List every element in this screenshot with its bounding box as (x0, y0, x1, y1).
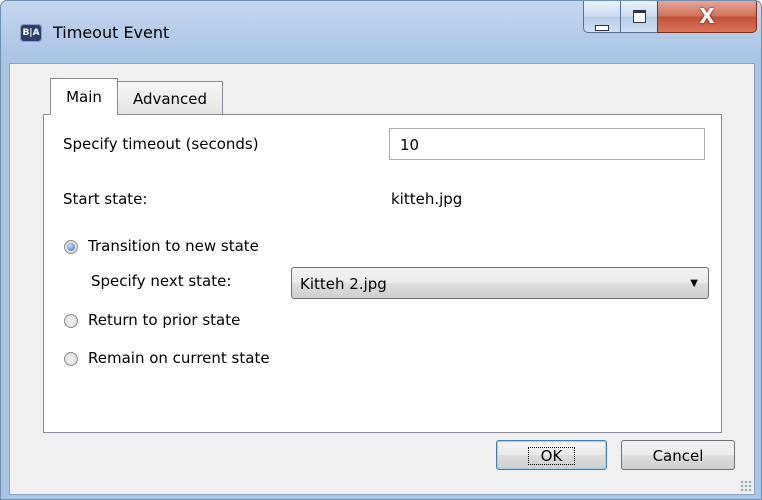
start-state-value: kitteh.jpg (391, 190, 463, 208)
ok-button[interactable]: OK (496, 440, 607, 470)
timeout-label: Specify timeout (seconds) (63, 135, 259, 153)
radio-return-prior-label[interactable]: Return to prior state (88, 311, 240, 329)
timeout-input[interactable]: 10 (389, 128, 705, 160)
next-state-dropdown[interactable]: Kitteh 2.jpg ▼ (291, 267, 709, 299)
resize-grip[interactable] (740, 480, 752, 492)
radio-transition[interactable] (64, 240, 78, 254)
close-button[interactable]: X (657, 1, 757, 33)
tab-main[interactable]: Main (50, 78, 118, 115)
radio-remain-current[interactable] (64, 352, 78, 366)
minimize-icon (584, 17, 620, 35)
next-state-value: Kitteh 2.jpg (300, 275, 387, 293)
cancel-button[interactable]: Cancel (621, 440, 735, 470)
minimize-button[interactable] (583, 1, 621, 33)
app-icon: B|A (20, 24, 42, 42)
maximize-button[interactable] (620, 1, 658, 33)
dialog-window: B|A Timeout Event X Main Advanced Specif… (0, 0, 762, 500)
start-state-label: Start state: (63, 190, 148, 208)
close-icon: X (699, 4, 715, 28)
radio-transition-label[interactable]: Transition to new state (88, 237, 259, 255)
window-title: Timeout Event (53, 23, 170, 42)
main-tab-panel: Specify timeout (seconds) 10 Start state… (43, 114, 722, 433)
chevron-down-icon: ▼ (690, 278, 698, 289)
maximize-icon (621, 9, 657, 27)
tab-advanced[interactable]: Advanced (117, 81, 223, 115)
dialog-client-area: Main Advanced Specify timeout (seconds) … (9, 63, 755, 495)
ok-button-label: OK (527, 447, 576, 465)
radio-return-prior[interactable] (64, 314, 78, 328)
next-state-label: Specify next state: (91, 272, 232, 290)
radio-remain-current-label[interactable]: Remain on current state (88, 349, 270, 367)
title-bar[interactable]: B|A Timeout Event X (1, 1, 761, 63)
